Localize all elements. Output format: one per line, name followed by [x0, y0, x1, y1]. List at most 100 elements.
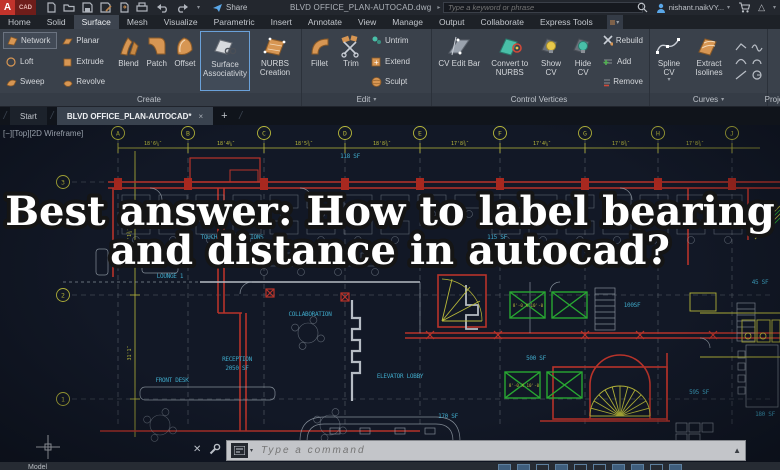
drawing-canvas[interactable]: [−][Top][2D Wireframe] ABCDEFGHJ321 18'6… [0, 125, 780, 470]
svg-text:G: G [583, 130, 587, 138]
ribbon-tab-collaborate[interactable]: Collaborate [472, 15, 531, 29]
fillet-button[interactable]: Fillet [305, 31, 334, 91]
remove-button[interactable]: Remove [600, 73, 646, 90]
sweep-button[interactable]: Sweep [3, 73, 57, 90]
panel-label-projection[interactable]: Proje [765, 93, 780, 106]
status-icon[interactable] [631, 464, 644, 470]
ribbon-extra-tools-button[interactable]: ▾ [606, 15, 623, 29]
user-account[interactable]: nishant.naikVY... ▾ [656, 3, 730, 13]
status-icon[interactable] [517, 464, 530, 470]
status-icon[interactable] [536, 464, 549, 470]
command-close-icon[interactable]: ✕ [193, 444, 201, 455]
share-label: Share [226, 3, 248, 12]
redo-icon[interactable] [176, 3, 190, 13]
cubicle-desk [380, 194, 410, 209]
tab-divider: / [3, 110, 7, 122]
untrim-button[interactable]: Untrim [368, 32, 426, 49]
extrude-button[interactable]: Extrude [59, 53, 113, 70]
autocad-logo[interactable]: A [0, 0, 15, 15]
status-icon[interactable] [574, 464, 587, 470]
spline-cv-dropdown-icon[interactable]: ▾ [667, 77, 670, 84]
plot-icon[interactable] [136, 2, 148, 13]
search-icon[interactable] [637, 2, 648, 13]
command-dropdown-icon[interactable]: ▾ [250, 447, 253, 454]
add-button[interactable]: Add [600, 53, 646, 70]
curve-tool-icon[interactable] [751, 70, 763, 80]
status-icon[interactable] [555, 464, 568, 470]
share-button[interactable]: Share [212, 3, 247, 13]
command-expand-icon[interactable]: ▲ [733, 446, 741, 455]
new-tab-button[interactable]: + [213, 107, 235, 125]
status-icon[interactable] [612, 464, 625, 470]
ribbon-tab-express-tools[interactable]: Express Tools [532, 15, 601, 29]
command-input[interactable] [259, 444, 730, 457]
help-search[interactable] [443, 2, 643, 13]
curve-tool-icon[interactable] [751, 56, 763, 66]
curve-tool-icon[interactable] [735, 70, 747, 80]
surface-associativity-button[interactable]: Surface Associativity [200, 31, 251, 91]
save-as-icon[interactable] [100, 2, 112, 13]
ribbon-tab-surface[interactable]: Surface [73, 15, 119, 29]
close-tab-icon[interactable]: × [199, 112, 204, 121]
hide-cv-button[interactable]: Hide CV [568, 31, 598, 91]
ribbon-tab-view[interactable]: View [350, 15, 384, 29]
sculpt-button[interactable]: Sculpt [368, 73, 426, 90]
ribbon-tab-insert[interactable]: Insert [263, 15, 300, 29]
show-cv-button[interactable]: Show CV [536, 31, 566, 91]
ribbon-tab-solid[interactable]: Solid [39, 15, 74, 29]
curve-tool-icon[interactable] [735, 42, 747, 52]
panel-label-edit[interactable]: Edit ▾ [302, 93, 431, 106]
ribbon-tab-annotate[interactable]: Annotate [300, 15, 350, 29]
trim-button[interactable]: Trim [336, 31, 366, 91]
status-icon[interactable] [498, 464, 511, 470]
planar-button[interactable]: Planar [59, 32, 113, 49]
export-icon[interactable] [119, 2, 129, 13]
offset-button[interactable]: Offset [172, 31, 198, 91]
dimension-label: 18'5¾″ [295, 141, 313, 147]
panel-label-create[interactable]: Create [0, 93, 301, 106]
command-wrench-icon[interactable] [208, 443, 221, 456]
autodesk-icon[interactable]: △ [758, 2, 765, 13]
cubicle-desk [286, 252, 316, 267]
spline-cv-button[interactable]: Spline CV ▾ [653, 31, 685, 91]
new-file-icon[interactable] [46, 2, 56, 13]
model-tab[interactable]: Model [28, 464, 47, 470]
file-tab-bar: / Start / BLVD OFFICE_PLAN-AUTOCAD* × + … [0, 107, 780, 125]
cv-edit-bar-button[interactable]: CV Edit Bar [435, 31, 484, 91]
tab-drawing[interactable]: BLVD OFFICE_PLAN-AUTOCAD* × [56, 107, 214, 125]
ribbon-tab-parametric[interactable]: Parametric [206, 15, 263, 29]
command-line[interactable]: ▾ ▲ [226, 440, 746, 461]
panel-label-control-vertices[interactable]: Control Vertices [432, 93, 649, 106]
ribbon-tab-home[interactable]: Home [0, 15, 39, 29]
undo-icon[interactable] [155, 3, 169, 13]
viewport-controls[interactable]: [−][Top][2D Wireframe] [3, 129, 83, 138]
network-button[interactable]: Network [3, 32, 58, 49]
cart-icon[interactable] [738, 2, 751, 13]
curve-tool-icon[interactable] [750, 42, 763, 52]
ribbon-tab-mesh[interactable]: Mesh [119, 15, 156, 29]
qat-dropdown-icon[interactable]: ▾ [197, 4, 200, 11]
curve-tool-icon[interactable] [734, 56, 747, 66]
command-history-icon[interactable] [231, 443, 248, 458]
loft-button[interactable]: Loft [3, 53, 57, 70]
convert-to-nurbs-button[interactable]: Convert to NURBS [486, 31, 535, 91]
extend-button[interactable]: + Extend [368, 53, 426, 70]
rebuild-button[interactable]: Rebuild [600, 32, 646, 49]
ribbon-tab-manage[interactable]: Manage [384, 15, 431, 29]
extract-isolines-button[interactable]: Extract Isolines [687, 31, 731, 91]
blend-button[interactable]: Blend [115, 31, 141, 91]
panel-label-curves[interactable]: Curves ▾ [650, 93, 767, 106]
ribbon-tab-output[interactable]: Output [431, 15, 473, 29]
revolve-button[interactable]: Revolve [59, 73, 113, 90]
status-icon[interactable] [669, 464, 682, 470]
patch-button[interactable]: Patch [144, 31, 170, 91]
help-search-input[interactable] [444, 3, 642, 12]
status-icon[interactable] [593, 464, 606, 470]
status-icon[interactable] [650, 464, 663, 470]
open-folder-icon[interactable] [63, 3, 75, 13]
save-icon[interactable] [82, 2, 93, 13]
cubicle-desk [602, 194, 632, 209]
nurbs-creation-button[interactable]: NURBS Creation [252, 31, 298, 91]
tab-start[interactable]: Start [10, 107, 47, 125]
ribbon-tab-visualize[interactable]: Visualize [156, 15, 206, 29]
